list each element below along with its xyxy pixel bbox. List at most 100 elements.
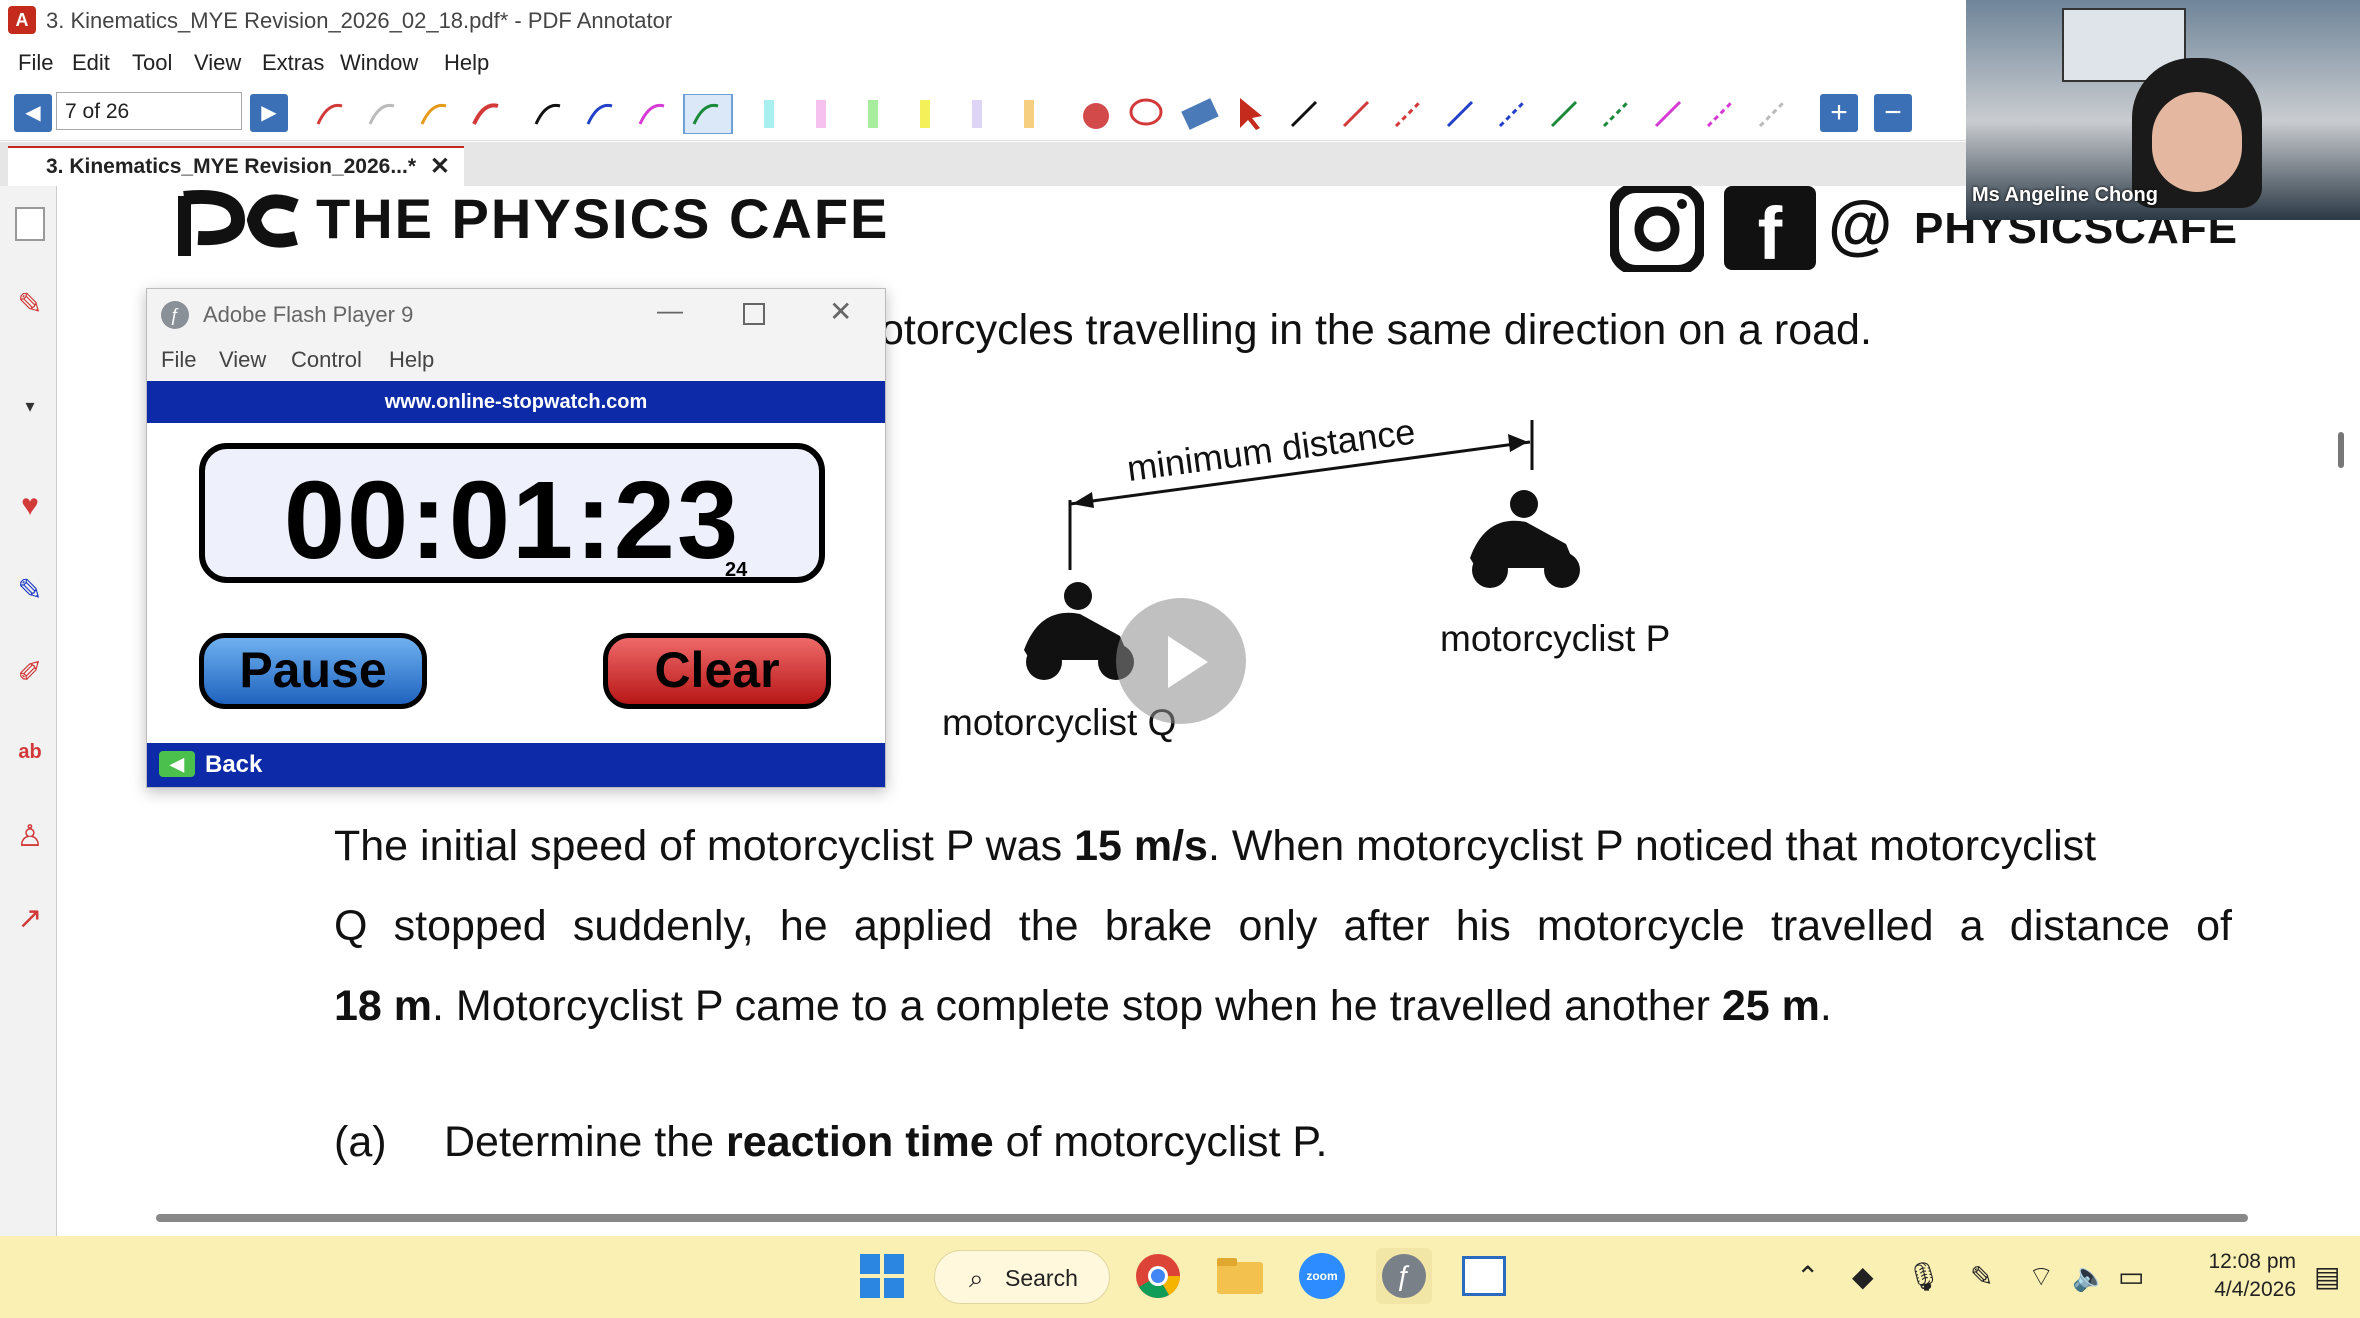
paragraph-line-1: The initial speed of motorcyclist P was … bbox=[334, 822, 2096, 871]
line-magenta-dashed-icon[interactable] bbox=[1706, 100, 1734, 128]
line-magenta-icon[interactable] bbox=[1654, 100, 1682, 128]
webcam-feed: Ms Angeline Chong bbox=[1966, 0, 2360, 220]
reaction-distance-value: 18 m bbox=[334, 982, 433, 1030]
minimize-icon[interactable]: — bbox=[657, 295, 683, 326]
flash-menu-bar: File View Control Help bbox=[147, 339, 885, 381]
text-box-icon[interactable]: ab bbox=[10, 732, 50, 772]
flash-title-bar: ƒ Adobe Flash Player 9 — ✕ bbox=[147, 289, 885, 339]
pause-button[interactable]: Pause bbox=[199, 633, 427, 709]
pen-tool-orange-icon[interactable] bbox=[420, 103, 447, 125]
clear-button[interactable]: Clear bbox=[603, 633, 831, 709]
volume-icon[interactable]: 🔈 bbox=[2072, 1260, 2107, 1293]
file-explorer-icon[interactable] bbox=[1212, 1248, 1268, 1304]
flash-menu-help[interactable]: Help bbox=[389, 347, 434, 373]
highlighter-lavender-icon[interactable] bbox=[972, 100, 982, 128]
highlighter-cyan-icon[interactable] bbox=[764, 100, 774, 128]
zoom-in-button[interactable]: + bbox=[1820, 94, 1858, 132]
highlighter-green-icon[interactable] bbox=[868, 100, 878, 128]
pen-tool-green-selected-icon[interactable] bbox=[683, 94, 733, 134]
show-hidden-icons-chevron[interactable]: ⌃ bbox=[1796, 1260, 1819, 1293]
zoom-out-button[interactable]: − bbox=[1874, 94, 1912, 132]
next-page-button[interactable]: ▶ bbox=[250, 94, 288, 132]
close-icon[interactable]: ✕ bbox=[829, 295, 852, 328]
highlighter-icon[interactable]: ✐ bbox=[10, 652, 50, 692]
eraser-tool-icon[interactable] bbox=[1181, 98, 1219, 130]
stamp-icon[interactable]: ♙ bbox=[10, 816, 50, 856]
notification-icon[interactable]: ▤ bbox=[2314, 1260, 2340, 1293]
question-a-pre: Determine the bbox=[444, 1118, 727, 1166]
line-blue-icon[interactable] bbox=[1446, 100, 1474, 128]
highlighter-yellow-icon[interactable] bbox=[920, 100, 930, 128]
search-icon: ⌕ bbox=[969, 1263, 984, 1293]
line-blue-dashed-icon[interactable] bbox=[1498, 100, 1526, 128]
flash-menu-file[interactable]: File bbox=[161, 347, 196, 373]
pen-tool-red-icon[interactable] bbox=[472, 103, 499, 125]
favorites-heart-icon[interactable]: ♥ bbox=[10, 486, 50, 526]
taskbar-search-label: Search bbox=[1005, 1265, 1078, 1291]
wifi-icon[interactable]: ⌔ bbox=[2028, 1260, 2054, 1295]
paragraph-line-2: Q stopped suddenly, he applied the brake… bbox=[334, 902, 2232, 950]
menu-edit[interactable]: Edit bbox=[72, 50, 110, 76]
document-tab[interactable]: 3. Kinematics_MYE Revision_2026...* ✕ bbox=[8, 146, 464, 186]
arrow-tool-icon[interactable]: ↗ bbox=[10, 898, 50, 938]
lasso-tool-icon[interactable] bbox=[1129, 98, 1163, 126]
menu-bar: File Edit Tool View Extras Window Help bbox=[0, 44, 1966, 84]
question-a-text: Determine the reaction time of motorcycl… bbox=[444, 1118, 1327, 1167]
clock-date: 4/4/2026 bbox=[2214, 1278, 2296, 1301]
microphone-icon[interactable]: 🎙 bbox=[1906, 1260, 1942, 1293]
page-thumbnail-icon[interactable] bbox=[10, 204, 50, 244]
select-arrow-icon[interactable] bbox=[1240, 98, 1262, 130]
battery-icon[interactable]: ▭ bbox=[2118, 1260, 2144, 1293]
line-black-icon[interactable] bbox=[1290, 100, 1318, 128]
presenter-face bbox=[2152, 92, 2242, 192]
chrome-icon[interactable] bbox=[1130, 1248, 1186, 1304]
pen-tool-gray-icon[interactable] bbox=[368, 103, 395, 125]
page-number-field[interactable]: 7 of 26 bbox=[56, 92, 242, 130]
pen-tool-magenta-icon[interactable] bbox=[638, 103, 665, 125]
pdf-annotator-taskbar-icon[interactable] bbox=[1456, 1248, 1512, 1304]
flash-player-window: ƒ Adobe Flash Player 9 — ✕ File View Con… bbox=[146, 288, 886, 788]
line-green-icon[interactable] bbox=[1550, 100, 1578, 128]
flash-menu-view[interactable]: View bbox=[219, 347, 266, 373]
line-green-dashed-icon[interactable] bbox=[1602, 100, 1630, 128]
line-red-dashed-icon[interactable] bbox=[1394, 100, 1422, 128]
maximize-icon[interactable] bbox=[743, 303, 765, 325]
intro-line: otorcycles travelling in the same direct… bbox=[880, 306, 1872, 354]
menu-view[interactable]: View bbox=[194, 50, 241, 76]
system-clock[interactable]: 12:08 pm 4/4/2026 bbox=[2168, 1248, 2296, 1304]
menu-file[interactable]: File bbox=[18, 50, 53, 76]
flash-window-title: Adobe Flash Player 9 bbox=[203, 302, 414, 327]
pen-menu-icon[interactable]: ✎ bbox=[1970, 1260, 1993, 1293]
pen-tool-blue-icon[interactable] bbox=[586, 103, 613, 125]
marker-pen-icon[interactable]: ✎ bbox=[10, 570, 50, 610]
pen-tool-black-icon[interactable] bbox=[534, 103, 561, 125]
back-button[interactable]: ◀ Back bbox=[147, 743, 885, 787]
previous-page-button[interactable]: ◀ bbox=[14, 94, 52, 132]
stopwatch-site-banner[interactable]: www.online-stopwatch.com bbox=[147, 381, 885, 423]
highlighter-orange-icon[interactable] bbox=[1024, 100, 1034, 128]
line-gray-dashed-icon[interactable] bbox=[1758, 100, 1786, 128]
highlighter-pink-icon[interactable] bbox=[816, 100, 826, 128]
video-play-button[interactable] bbox=[1116, 598, 1246, 724]
flash-player-taskbar-icon[interactable]: ƒ bbox=[1376, 1248, 1432, 1304]
window-title: 3. Kinematics_MYE Revision_2026_02_18.pd… bbox=[46, 8, 673, 33]
arrow-head-right bbox=[1508, 434, 1528, 452]
hand-tool-icon[interactable] bbox=[1083, 103, 1109, 129]
horizontal-scrollbar[interactable] bbox=[156, 1214, 2248, 1222]
dropdown-chevron-icon[interactable]: ▾ bbox=[10, 386, 50, 426]
dropbox-icon[interactable]: ◆ bbox=[1852, 1260, 1874, 1293]
line-red-icon[interactable] bbox=[1342, 100, 1370, 128]
menu-window[interactable]: Window bbox=[340, 50, 418, 76]
menu-extras[interactable]: Extras bbox=[262, 50, 324, 76]
menu-tool[interactable]: Tool bbox=[132, 50, 172, 76]
menu-help[interactable]: Help bbox=[444, 50, 489, 76]
taskbar-search[interactable]: ⌕ Search bbox=[934, 1250, 1110, 1304]
close-tab-icon[interactable]: ✕ bbox=[430, 148, 450, 186]
pen-tool-red-thin-icon[interactable] bbox=[316, 103, 343, 125]
vertical-scrollbar-thumb[interactable] bbox=[2338, 432, 2344, 468]
windows-start-icon[interactable] bbox=[854, 1248, 910, 1304]
flash-menu-control[interactable]: Control bbox=[291, 347, 362, 373]
pen-icon[interactable]: ✎ bbox=[10, 284, 50, 324]
zoom-icon[interactable]: zoom bbox=[1294, 1248, 1350, 1304]
initial-speed-value: 15 m/s bbox=[1074, 822, 1208, 870]
